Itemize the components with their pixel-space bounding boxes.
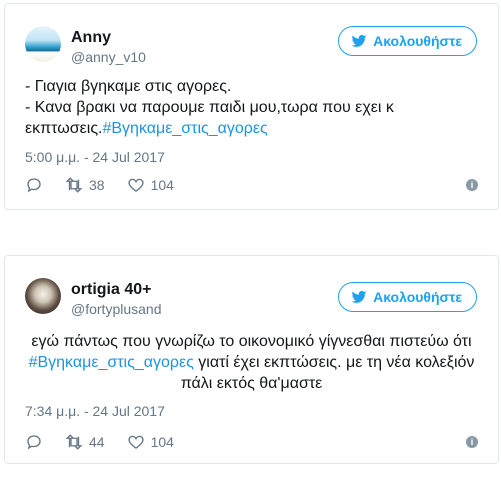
tweet-text: εγώ πάντως που γνωρίζω το οικονομικό γίγ… <box>25 331 478 394</box>
avatar[interactable] <box>25 278 61 314</box>
tweet-line: #Βγηκαμε_στις_αγορες γιατί έχει εκπτώσει… <box>25 352 478 373</box>
reply-icon <box>27 435 41 450</box>
twitter-bird-icon <box>351 291 367 303</box>
tweet-card: ortigia 40+ @fortyplusand Ακολουθήστε εγ… <box>4 255 499 464</box>
like-button[interactable]: 104 <box>127 433 174 451</box>
hashtag-link[interactable]: #Βγηκαμε_στις_αγορες <box>29 354 194 371</box>
tweet-line: εγώ πάντως που γνωρίζω το οικονομικό γίγ… <box>31 333 472 350</box>
user-name[interactable]: ortigia 40+ <box>71 281 151 299</box>
avatar[interactable] <box>25 26 61 62</box>
like-button[interactable]: 104 <box>127 176 174 194</box>
heart-icon <box>127 178 144 192</box>
follow-label: Ακολουθήστε <box>373 33 462 49</box>
user-name[interactable]: Anny <box>71 29 111 47</box>
tweet-line: εκπτωσεις.#Βγηκαμε_στις_αγορες <box>25 118 478 139</box>
tweet-actions: 44 104 <box>25 432 478 452</box>
reply-icon <box>27 178 41 193</box>
hashtag-link[interactable]: #Βγηκαμε_στις_αγορες <box>102 120 267 137</box>
like-count: 104 <box>150 177 174 193</box>
retweet-icon <box>65 434 83 450</box>
info-icon[interactable]: i <box>466 436 478 448</box>
retweet-count: 38 <box>89 177 105 193</box>
reply-button[interactable] <box>25 433 43 451</box>
tweet-line: - Κανα βρακι να παρουμε παιδι μου,τωρα π… <box>25 99 394 116</box>
tweet-text: - Γιαγια βγηκαμε στις αγορες. - Κανα βρα… <box>25 76 478 139</box>
retweet-button[interactable]: 44 <box>65 433 105 451</box>
tweet-line: - Γιαγια βγηκαμε στις αγορες. <box>25 78 232 95</box>
user-handle[interactable]: @anny_v10 <box>71 49 146 65</box>
tweet-line: πάλι εκτός θα'μαστε <box>180 375 323 392</box>
follow-button[interactable]: Ακολουθήστε <box>338 282 477 312</box>
user-handle[interactable]: @fortyplusand <box>71 301 161 317</box>
info-icon[interactable]: i <box>466 179 478 191</box>
like-count: 104 <box>150 434 174 450</box>
timestamp-link[interactable]: 5:00 μ.μ. - 24 Jul 2017 <box>25 149 165 165</box>
tweet-card: Anny @anny_v10 Ακολουθήστε - Γιαγια βγηκ… <box>4 3 499 210</box>
retweet-count: 44 <box>89 434 105 450</box>
twitter-bird-icon <box>351 35 367 47</box>
heart-icon <box>127 435 144 449</box>
timestamp-link[interactable]: 7:34 μ.μ. - 24 Jul 2017 <box>25 403 165 419</box>
follow-label: Ακολουθήστε <box>373 289 462 305</box>
tweet-actions: 38 104 <box>25 175 478 195</box>
retweet-icon <box>65 177 83 193</box>
tweet-line-text: γιατί έχει εκπτώσεις. με τη νέα κολεξιόν <box>193 354 475 371</box>
tweet-line-text: εκπτωσεις. <box>25 120 103 137</box>
reply-button[interactable] <box>25 176 43 194</box>
retweet-button[interactable]: 38 <box>65 176 105 194</box>
follow-button[interactable]: Ακολουθήστε <box>338 26 477 56</box>
